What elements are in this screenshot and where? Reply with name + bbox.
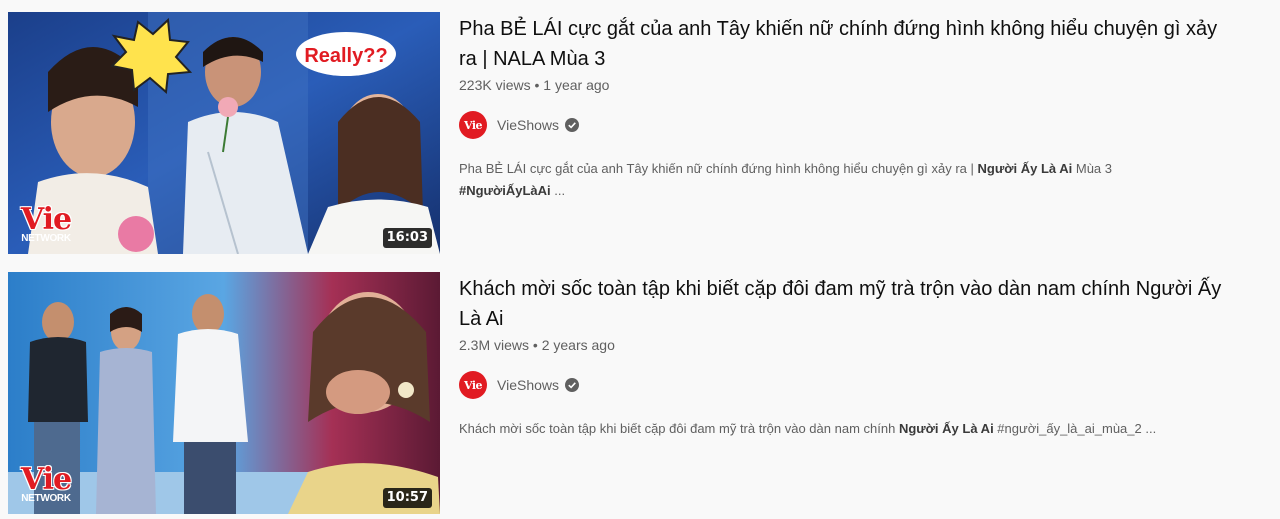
logo-subtext: NETWORK [21, 233, 71, 244]
verified-check-icon [565, 118, 580, 132]
duration-badge: 16:03 [382, 228, 432, 248]
vie-network-logo: Vie NETWORK [20, 202, 72, 245]
channel-avatar[interactable]: Vie [459, 371, 487, 399]
thumbnail-image [8, 272, 440, 514]
logo-subtext: NETWORK [21, 493, 71, 504]
channel-name[interactable]: VieShows [497, 377, 559, 393]
video-thumbnail[interactable]: Vie NETWORK 10:57 [8, 272, 440, 514]
desc-text-mid: Mùa 3 [1072, 161, 1113, 176]
video-thumbnail[interactable]: Really?? Vie NETWORK 16:03 [8, 12, 440, 254]
duration-badge: 10:57 [382, 488, 432, 508]
verified-check-icon [565, 378, 580, 392]
desc-text: Khách mời sốc toàn tập khi biết cặp đôi … [459, 421, 899, 436]
logo-text: Vie [20, 462, 72, 497]
desc-ellipsis: #người_ấy_là_ai_mùa_2 ... [993, 421, 1157, 436]
separator-dot: • [532, 337, 538, 353]
logo-text: Vie [20, 202, 72, 237]
upload-age: 2 years ago [541, 337, 615, 353]
channel-link[interactable]: Vie VieShows [459, 370, 1272, 400]
video-meta: Pha BẺ LÁI cực gắt của anh Tây khiến nữ … [459, 12, 1272, 254]
thumbnail-image: Really?? [8, 12, 440, 254]
desc-keyword: Người Ấy Là Ai [898, 421, 994, 436]
video-description: Pha BẺ LÁI cực gắt của anh Tây khiến nữ … [459, 158, 1259, 202]
vie-network-logo: Vie NETWORK [20, 462, 72, 505]
upload-age: 1 year ago [543, 77, 610, 93]
channel-name[interactable]: VieShows [497, 117, 559, 133]
desc-hashtag: #NgườiẤyLàAi [459, 183, 551, 198]
view-count: 223K views [459, 77, 531, 93]
video-description: Khách mời sốc toàn tập khi biết cặp đôi … [459, 418, 1259, 440]
video-result[interactable]: Really?? Vie NETWORK 16:03 Pha BẺ LÁI cự… [8, 12, 1272, 254]
video-title[interactable]: Pha BẺ LÁI cực gắt của anh Tây khiến nữ … [459, 14, 1239, 74]
sticker-text: Really?? [304, 45, 387, 67]
separator-dot: • [534, 77, 540, 93]
desc-ellipsis: ... [550, 183, 566, 198]
desc-text: Pha BẺ LÁI cực gắt của anh Tây khiến nữ … [459, 161, 978, 176]
video-result[interactable]: Vie NETWORK 10:57 Khách mời sốc toàn tập… [8, 272, 1272, 514]
channel-avatar[interactable]: Vie [459, 111, 487, 139]
channel-link[interactable]: Vie VieShows [459, 110, 1272, 140]
video-title[interactable]: Khách mời sốc toàn tập khi biết cặp đôi … [459, 274, 1239, 334]
video-stats: 223K views • 1 year ago [459, 76, 1272, 94]
video-meta: Khách mời sốc toàn tập khi biết cặp đôi … [459, 272, 1272, 514]
desc-keyword: Người Ấy Là Ai [977, 161, 1073, 176]
view-count: 2.3M views [459, 337, 530, 353]
video-stats: 2.3M views • 2 years ago [459, 336, 1272, 354]
